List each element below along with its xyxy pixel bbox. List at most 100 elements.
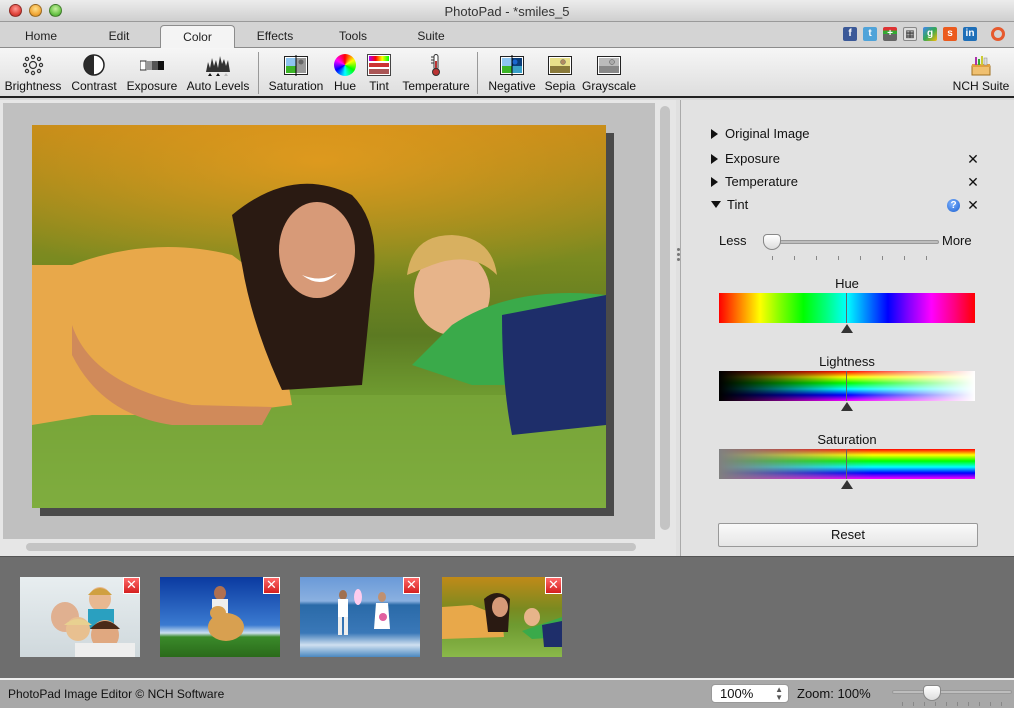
remove-thumbnail-icon[interactable]: ✕: [263, 577, 280, 594]
saturation-spectrum-bar[interactable]: [719, 449, 975, 479]
exposure-label: Exposure: [126, 79, 178, 93]
auto-levels-label: Auto Levels: [186, 79, 250, 93]
slider-tick: [860, 256, 861, 260]
collapse-arrow-icon[interactable]: [711, 201, 721, 208]
hue-marker-handle[interactable]: [841, 324, 853, 333]
status-bar: PhotoPad Image Editor © NCH Software 100…: [0, 678, 1014, 708]
thumbnail-smiles-grass[interactable]: ✕: [442, 577, 562, 657]
remove-thumbnail-icon[interactable]: ✕: [123, 577, 140, 594]
saturation-label: Saturation: [268, 79, 324, 93]
slider-tick: [957, 702, 958, 706]
horizontal-scrollbar[interactable]: [26, 543, 636, 551]
slider-tick: [816, 256, 817, 260]
expand-arrow-icon[interactable]: [711, 177, 718, 187]
effect-item-tint[interactable]: Tint: [711, 197, 971, 215]
lightness-spectrum-bar[interactable]: [719, 371, 975, 401]
twitter-icon[interactable]: t: [863, 27, 877, 41]
tint-amount-slider-handle[interactable]: [763, 234, 781, 250]
hue-icon: [333, 54, 357, 76]
slider-tick: [968, 702, 969, 706]
slider-tick: [913, 702, 914, 706]
sepia-button[interactable]: Sepia: [542, 52, 578, 96]
effect-item-exposure[interactable]: Exposure: [711, 151, 1011, 169]
slider-tick: [902, 702, 903, 706]
thumbnail-man-with-dog[interactable]: ✕: [160, 577, 280, 657]
lightness-marker-handle[interactable]: [841, 402, 853, 411]
lightness-label: Lightness: [819, 354, 875, 369]
negative-icon: [500, 54, 524, 76]
tint-button[interactable]: Tint: [364, 52, 394, 96]
hue-button[interactable]: Hue: [330, 52, 360, 96]
linkedin-icon[interactable]: in: [963, 27, 977, 41]
google-icon[interactable]: g: [923, 27, 937, 41]
help-icon[interactable]: ?: [947, 199, 960, 212]
slider-tick: [979, 702, 980, 706]
brightness-label: Brightness: [4, 79, 62, 93]
thumbnail-beach-family[interactable]: ✕: [300, 577, 420, 657]
slider-tick: [772, 256, 773, 260]
hue-spectrum-bar[interactable]: [719, 293, 975, 323]
google-plus-icon[interactable]: +: [883, 27, 897, 41]
effect-label: Exposure: [725, 151, 780, 166]
thumbnail-family-pile[interactable]: ✕: [20, 577, 140, 657]
temperature-icon: [424, 54, 448, 76]
tab-edit[interactable]: Edit: [88, 25, 150, 48]
stepper-arrows-icon[interactable]: ▲ ▼: [775, 686, 783, 702]
auto-levels-button[interactable]: Auto Levels: [184, 52, 252, 96]
hue-label: Hue: [333, 79, 356, 93]
facebook-icon[interactable]: f: [843, 27, 857, 41]
myspace-icon[interactable]: ▦: [903, 27, 917, 41]
effect-item-original-image[interactable]: Original Image: [711, 126, 810, 144]
slider-tick: [838, 256, 839, 260]
negative-button[interactable]: Negative: [486, 52, 538, 96]
remove-thumbnail-icon[interactable]: ✕: [403, 577, 420, 594]
brightness-button[interactable]: Brightness: [4, 52, 62, 96]
vertical-scrollbar[interactable]: [660, 106, 670, 530]
saturation-indicator-line: [846, 449, 847, 479]
grayscale-icon: [597, 54, 621, 76]
slider-tick: [1001, 702, 1002, 706]
help-lifebuoy-icon[interactable]: [991, 27, 1005, 41]
tint-amount-slider[interactable]: [763, 240, 939, 244]
toolbar-separator: [258, 52, 259, 94]
saturation-icon: [284, 54, 308, 76]
expand-arrow-icon[interactable]: [711, 129, 718, 139]
ribbon-tabs: Home Edit Color Effects Tools Suite f t …: [0, 22, 1014, 49]
zoom-slider[interactable]: [892, 690, 1012, 694]
tab-home[interactable]: Home: [10, 25, 72, 48]
slider-tick: [904, 256, 905, 260]
tab-effects[interactable]: Effects: [244, 25, 306, 48]
lightness-indicator-line: [846, 371, 847, 401]
tab-tools[interactable]: Tools: [322, 25, 384, 48]
edited-photo[interactable]: [32, 125, 606, 508]
contrast-button[interactable]: Contrast: [68, 52, 120, 96]
tint-label: Tint: [369, 79, 389, 93]
reset-button[interactable]: Reset: [718, 523, 978, 547]
slider-tick: [926, 256, 927, 260]
tab-color[interactable]: Color: [160, 25, 235, 49]
image-canvas[interactable]: [3, 103, 655, 539]
stumbleupon-icon[interactable]: s: [943, 27, 957, 41]
temperature-label: Temperature: [402, 79, 470, 93]
temperature-button[interactable]: Temperature: [400, 52, 472, 96]
saturation-marker-handle[interactable]: [841, 480, 853, 489]
contrast-icon: [82, 54, 106, 76]
remove-exposure-icon[interactable]: ✕: [967, 151, 979, 168]
tint-icon: [367, 54, 391, 76]
remove-tint-icon[interactable]: ✕: [967, 197, 979, 214]
zoom-select[interactable]: 100% ▲ ▼: [711, 684, 789, 703]
slider-tick: [794, 256, 795, 260]
nch-suite-button[interactable]: NCH Suite: [950, 52, 1012, 96]
effect-item-temperature[interactable]: Temperature: [711, 174, 1011, 192]
zoom-slider-handle[interactable]: [922, 685, 941, 701]
tint-more-label: More: [942, 233, 972, 248]
saturation-button[interactable]: Saturation: [266, 52, 326, 96]
expand-arrow-icon[interactable]: [711, 154, 718, 164]
exposure-button[interactable]: Exposure: [124, 52, 180, 96]
tab-suite[interactable]: Suite: [400, 25, 462, 48]
remove-temperature-icon[interactable]: ✕: [967, 174, 979, 191]
remove-thumbnail-icon[interactable]: ✕: [545, 577, 562, 594]
grayscale-button[interactable]: Grayscale: [582, 52, 636, 96]
grayscale-label: Grayscale: [582, 79, 637, 93]
sepia-label: Sepia: [544, 79, 576, 93]
